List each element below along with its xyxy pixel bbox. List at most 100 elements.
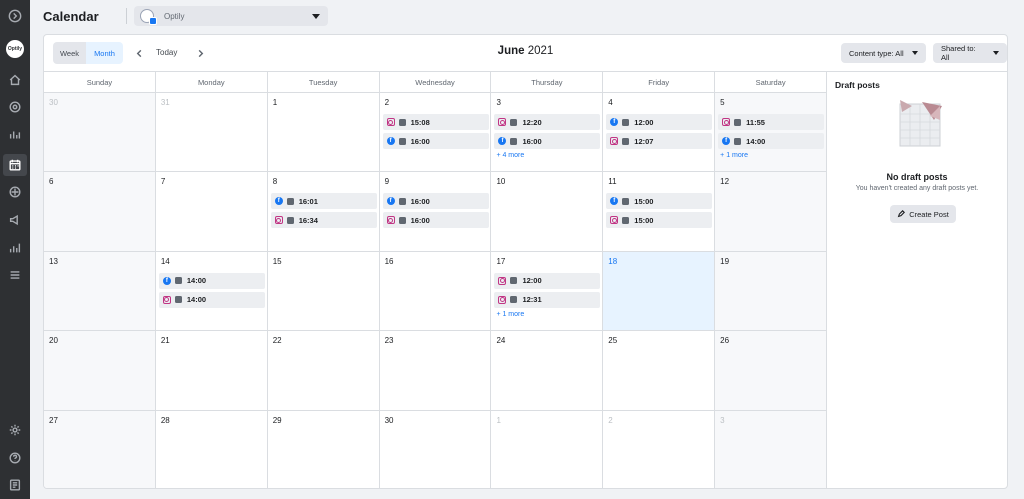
day-cell[interactable]: 3 — [715, 410, 828, 488]
day-cell[interactable]: 5 11:55 f 14:00 + 1 more — [715, 93, 828, 172]
day-number: 27 — [49, 415, 58, 425]
more-posts-link[interactable]: + 1 more — [720, 152, 824, 159]
calendar-panel: Week Month Today June 2021 Content type:… — [43, 34, 1008, 489]
scheduled-post[interactable]: f 14:00 — [718, 133, 825, 149]
day-cell[interactable]: 11 f 15:00 15:00 — [603, 172, 716, 251]
calendar-icon[interactable] — [3, 154, 27, 176]
day-cell[interactable]: 7 — [156, 172, 268, 251]
scheduled-post[interactable]: f 16:00 — [382, 133, 489, 149]
ads-icon[interactable] — [7, 212, 23, 228]
day-cell[interactable]: 24 — [491, 331, 604, 410]
scheduled-post[interactable]: f 12:00 — [606, 114, 713, 130]
settings-icon[interactable] — [7, 422, 23, 438]
day-cell[interactable]: 21 — [156, 331, 268, 410]
day-number: 20 — [49, 336, 58, 346]
day-cell[interactable]: 30 — [44, 93, 156, 172]
scheduled-post[interactable]: 11:55 — [718, 114, 825, 130]
post-time: 16:00 — [410, 196, 430, 206]
day-cell[interactable]: 29 — [268, 410, 380, 488]
day-number: 9 — [384, 177, 390, 187]
day-cell[interactable]: 12 — [715, 172, 828, 251]
scheduled-post[interactable]: 15:00 — [606, 212, 713, 229]
scheduled-post[interactable]: 16:00 — [382, 212, 489, 229]
scheduled-post[interactable]: 12:00 — [494, 272, 601, 289]
day-cell[interactable]: 27 — [44, 410, 156, 488]
insights-icon[interactable] — [7, 240, 23, 256]
year: 2021 — [527, 45, 554, 57]
weekday-label: Sunday — [44, 72, 156, 93]
scheduled-post[interactable]: f 16:01 — [270, 193, 377, 210]
day-cell-today[interactable]: 18 — [603, 251, 716, 331]
day-cell[interactable]: 15 — [268, 251, 380, 331]
day-cell[interactable]: 6 — [44, 172, 156, 251]
scheduled-post[interactable]: f 16:00 — [382, 193, 489, 210]
content-icon[interactable] — [7, 184, 23, 200]
month-grid: Sunday Monday Tuesday Wednesday Thursday Frid… — [44, 71, 828, 488]
shared-to-filter[interactable]: Shared to: All — [933, 43, 1007, 63]
day-cell[interactable]: 1 — [491, 410, 604, 488]
scheduled-post[interactable]: f 14:00 — [158, 272, 265, 289]
edit-icon — [897, 210, 906, 218]
day-cell[interactable]: 3 12:20 f 16:00 + 4 more — [491, 93, 604, 172]
day-cell[interactable]: 31 — [156, 93, 268, 172]
more-posts-link[interactable]: + 4 more — [496, 152, 600, 159]
scheduled-icon — [622, 118, 630, 126]
home-icon[interactable] — [7, 72, 23, 88]
post-time: 16:01 — [298, 196, 318, 206]
day-cell[interactable]: 4 f 12:00 12:07 — [603, 93, 716, 172]
day-cell[interactable]: 10 — [491, 172, 604, 251]
create-post-button[interactable]: Create Post — [890, 205, 956, 223]
day-cell[interactable]: 16 — [380, 251, 492, 331]
activity-icon[interactable] — [7, 127, 23, 143]
scheduled-icon — [734, 137, 742, 145]
scheduled-icon — [510, 277, 518, 285]
scheduled-post[interactable]: f 16:00 — [494, 133, 601, 149]
more-posts-link[interactable]: + 1 more — [496, 311, 600, 318]
day-number: 11 — [608, 177, 617, 187]
day-cell[interactable]: 8 f 16:01 16:34 — [268, 172, 380, 251]
pages-icon[interactable] — [7, 477, 23, 493]
expand-icon[interactable] — [7, 8, 23, 24]
day-cell[interactable]: 14 f 14:00 14:00 — [156, 251, 268, 331]
day-cell[interactable]: 2 — [603, 410, 716, 488]
day-cell[interactable]: 23 — [380, 331, 492, 410]
optily-logo[interactable]: Optily — [6, 40, 24, 58]
week-row: 20 21 22 23 24 25 26 — [44, 331, 828, 411]
day-cell[interactable]: 22 — [268, 331, 380, 410]
account-selector[interactable]: Optily — [134, 6, 328, 26]
day-cell[interactable]: 19 — [715, 251, 828, 331]
scheduled-post[interactable]: 15:08 — [382, 114, 489, 130]
empty-drafts-illustration — [899, 100, 942, 147]
draft-posts-panel: Draft posts No draft posts You haven't c… — [827, 71, 1007, 488]
scheduled-post[interactable]: 16:34 — [270, 212, 377, 229]
weekday-label: Thursday — [491, 72, 604, 93]
day-cell[interactable]: 13 — [44, 251, 156, 331]
scheduled-icon — [398, 197, 406, 205]
day-cell[interactable]: 17 12:00 12:31 + 1 more — [491, 251, 604, 331]
menu-icon[interactable] — [7, 267, 23, 283]
day-cell[interactable]: 26 — [715, 331, 828, 410]
week-row: 27 28 29 30 1 2 3 — [44, 410, 828, 488]
day-cell[interactable]: 1 — [268, 93, 380, 172]
scheduled-post[interactable]: 12:31 — [494, 291, 601, 308]
day-cell[interactable]: 30 — [380, 410, 492, 488]
day-cell[interactable]: 2 15:08 f 16:00 — [380, 93, 492, 172]
day-cell[interactable]: 9 f 16:00 16:00 — [380, 172, 492, 251]
notifications-icon[interactable] — [7, 99, 23, 115]
chevron-down-icon — [911, 51, 918, 55]
post-time: 12:07 — [634, 136, 654, 146]
scheduled-post[interactable]: 12:20 — [494, 114, 601, 130]
day-cell[interactable]: 28 — [156, 410, 268, 488]
content-type-filter[interactable]: Content type: All — [841, 43, 926, 63]
scheduled-post[interactable]: 12:07 — [606, 133, 713, 149]
scheduled-post[interactable]: f 15:00 — [606, 193, 713, 210]
day-cell[interactable]: 20 — [44, 331, 156, 410]
day-number: 4 — [608, 98, 613, 107]
facebook-icon: f — [722, 137, 731, 145]
day-cell[interactable]: 25 — [603, 331, 716, 410]
help-icon[interactable] — [7, 450, 23, 466]
post-time: 14:00 — [186, 276, 207, 286]
chevron-down-icon — [993, 51, 999, 55]
scheduled-post[interactable]: 14:00 — [158, 291, 265, 308]
post-time: 14:00 — [746, 136, 766, 146]
